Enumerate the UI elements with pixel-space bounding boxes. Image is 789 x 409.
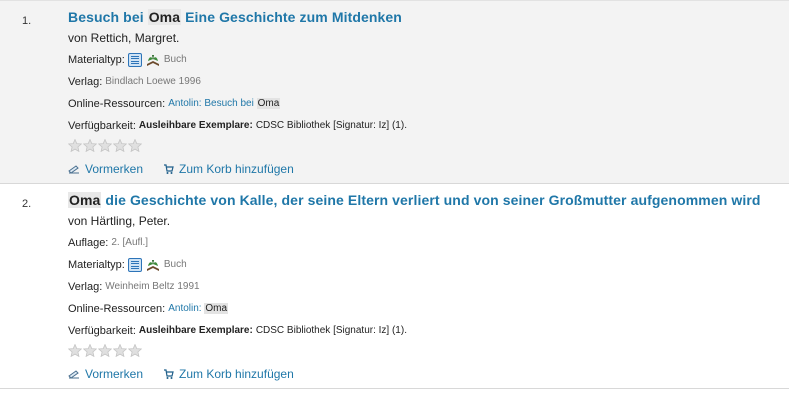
availability-label: Verfügbarkeit: xyxy=(68,325,136,337)
result-actions: Vormerken Zum Korb hinzufügen xyxy=(68,366,789,382)
edition-label: Auflage: xyxy=(68,237,109,249)
star-icon[interactable] xyxy=(98,344,112,357)
reserve-label: Vormerken xyxy=(85,367,144,381)
reserve-icon xyxy=(68,165,79,174)
book-icon xyxy=(146,55,159,66)
availability-value: CDSC Bibliothek [Signatur: Iz] (1). xyxy=(255,120,407,131)
book-icon xyxy=(146,260,159,271)
material-type-row: Materialtyp: Buch xyxy=(68,258,789,272)
availability-row: Verfügbarkeit: Ausleihbare Exemplare: CD… xyxy=(68,324,789,338)
reserve-icon xyxy=(68,370,79,379)
star-rating[interactable] xyxy=(68,344,789,358)
material-type-label: Materialtyp: xyxy=(68,259,125,271)
material-type-icon xyxy=(127,258,142,272)
availability-bold: Ausleihbare Exemplare: xyxy=(138,120,253,131)
result-title-link[interactable]: Oma die Geschichte von Kalle, der seine … xyxy=(68,192,761,208)
online-resources-row: Online-Ressourcen: Antolin: Oma xyxy=(68,302,789,316)
availability-label: Verfügbarkeit: xyxy=(68,120,136,132)
online-resource-link-text: Antolin: xyxy=(168,303,202,314)
reserve-label: Vormerken xyxy=(85,162,144,176)
publisher-label: Verlag: xyxy=(68,281,103,293)
result-author: von Härtling, Peter. xyxy=(68,214,171,228)
result-author: von Rettich, Margret. xyxy=(68,31,180,45)
material-type-value: Buch xyxy=(163,259,187,270)
add-to-cart-button[interactable]: Zum Korb hinzufügen xyxy=(163,162,294,176)
online-resources-label: Online-Ressourcen: xyxy=(68,98,166,110)
add-to-cart-label: Zum Korb hinzufügen xyxy=(179,367,294,381)
star-icon[interactable] xyxy=(128,344,142,357)
result-content: Besuch bei Oma Eine Geschichte zum Mitde… xyxy=(68,9,789,177)
publisher-row: Verlag: Bindlach Loewe 1996 xyxy=(68,75,789,89)
title-text: die Geschichte von Kalle, der seine Elte… xyxy=(101,192,761,208)
star-icon[interactable] xyxy=(113,139,127,152)
star-icon[interactable] xyxy=(98,139,112,152)
publisher-value: Bindlach Loewe 1996 xyxy=(105,76,201,87)
edition-value: 2. [Aufl.] xyxy=(111,237,149,248)
online-resource-highlight: Oma xyxy=(204,303,229,314)
online-resource-link[interactable]: Antolin: Besuch bei Oma xyxy=(168,97,281,111)
reserve-button[interactable]: Vormerken xyxy=(68,162,143,176)
search-results: 1. Besuch bei Oma Eine Geschichte zum Mi… xyxy=(0,0,789,389)
star-icon[interactable] xyxy=(128,139,142,152)
reserve-button[interactable]: Vormerken xyxy=(68,367,143,381)
star-icon[interactable] xyxy=(68,344,82,357)
material-type-row: Materialtyp: Buch xyxy=(68,53,789,67)
result-content: Oma die Geschichte von Kalle, der seine … xyxy=(68,192,789,382)
result-title-link[interactable]: Besuch bei Oma Eine Geschichte zum Mitde… xyxy=(68,9,402,25)
material-type-value: Buch xyxy=(163,54,187,65)
availability-bold: Ausleihbare Exemplare: xyxy=(138,325,253,336)
title-text: Besuch bei xyxy=(68,9,148,25)
online-resource-link[interactable]: Antolin: Oma xyxy=(168,302,229,316)
add-to-cart-label: Zum Korb hinzufügen xyxy=(179,162,294,176)
result-number: 1. xyxy=(22,15,32,27)
star-icon[interactable] xyxy=(113,344,127,357)
edition-row: Auflage: 2. [Aufl.] xyxy=(68,236,789,250)
result-row: 1. Besuch bei Oma Eine Geschichte zum Mi… xyxy=(0,0,789,184)
star-icon[interactable] xyxy=(83,139,97,152)
material-type-icon xyxy=(127,53,142,67)
title-highlight: Oma xyxy=(68,192,102,208)
availability-value: CDSC Bibliothek [Signatur: Iz] (1). xyxy=(255,325,407,336)
publisher-value: Weinheim Beltz 1991 xyxy=(105,281,200,292)
online-resource-link-text: Antolin: Besuch bei xyxy=(168,98,254,109)
add-to-cart-button[interactable]: Zum Korb hinzufügen xyxy=(163,367,294,381)
result-number: 2. xyxy=(22,198,32,210)
availability-row: Verfügbarkeit: Ausleihbare Exemplare: CD… xyxy=(68,119,789,133)
cart-icon xyxy=(164,163,174,174)
online-resource-highlight: Oma xyxy=(256,98,281,109)
online-resources-label: Online-Ressourcen: xyxy=(68,303,166,315)
title-highlight: Oma xyxy=(147,9,182,25)
online-resources-row: Online-Ressourcen: Antolin: Besuch bei O… xyxy=(68,97,789,111)
star-icon[interactable] xyxy=(83,344,97,357)
publisher-row: Verlag: Weinheim Beltz 1991 xyxy=(68,280,789,294)
result-row: 2. Oma die Geschichte von Kalle, der sei… xyxy=(0,184,789,389)
star-rating[interactable] xyxy=(68,139,789,153)
star-icon[interactable] xyxy=(68,139,82,152)
title-text: Eine Geschichte zum Mitdenken xyxy=(181,9,402,25)
cart-icon xyxy=(164,368,174,379)
material-type-label: Materialtyp: xyxy=(68,54,125,66)
result-actions: Vormerken Zum Korb hinzufügen xyxy=(68,161,789,177)
publisher-label: Verlag: xyxy=(68,76,103,88)
